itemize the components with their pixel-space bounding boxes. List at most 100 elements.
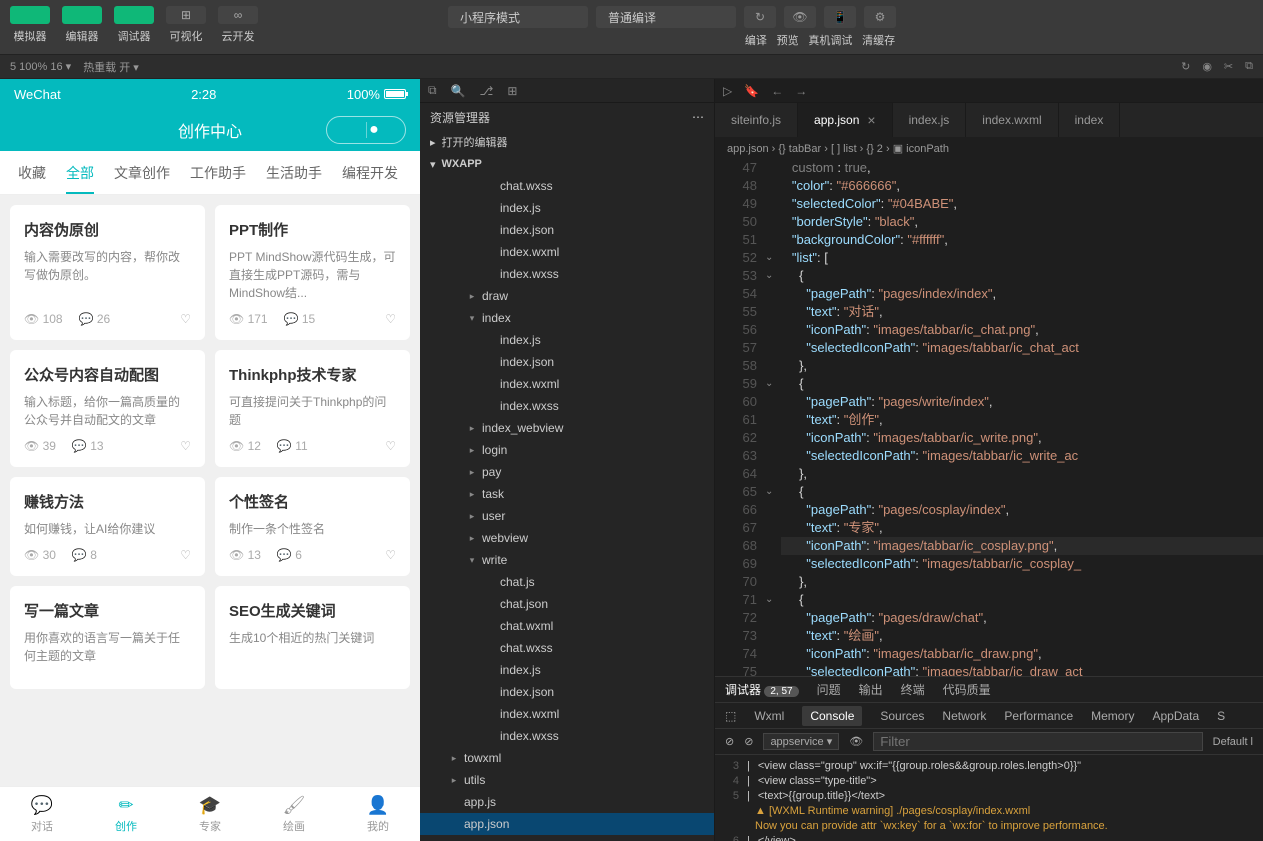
toolbar-调试器[interactable] [114, 6, 154, 24]
card-item[interactable]: Thinkphp技术专家可直接提问关于Thinkphp的问题👁 12💬 11♡ [215, 350, 410, 467]
card-item[interactable]: SEO生成关键词生成10个相近的热门关键词 [215, 586, 410, 689]
tabbar-专家[interactable]: 🎓专家 [168, 787, 252, 841]
card-item[interactable]: 写一篇文章用你喜欢的语言写一篇关于任何主题的文章 [10, 586, 205, 689]
devtools-sources[interactable]: Sources [880, 709, 924, 723]
devtools-console[interactable]: Console [802, 706, 862, 726]
output-tab[interactable]: 输出 [859, 681, 883, 698]
card-item[interactable]: 公众号内容自动配图输入标题，给你一篇高质量的公众号并自动配文的文章👁 39💬 1… [10, 350, 205, 467]
devtools-s[interactable]: S [1217, 709, 1225, 723]
mode-dropdown[interactable]: 小程序模式 [448, 6, 588, 28]
toolbar-可视化[interactable]: ⊞ [166, 6, 206, 24]
tree-node-task[interactable]: ▸task [420, 483, 714, 505]
devtools-performance[interactable]: Performance [1004, 709, 1073, 723]
devtools-appdata[interactable]: AppData [1152, 709, 1199, 723]
levels-select[interactable]: Default l [1213, 736, 1253, 748]
action-icon-2[interactable]: 📱 [824, 6, 856, 28]
files-icon[interactable]: ⧉ [428, 83, 437, 98]
heart-icon[interactable]: ♡ [385, 439, 396, 453]
tree-node-chat.json[interactable]: chat.json [420, 593, 714, 615]
ext-icon[interactable]: ⊞ [507, 84, 517, 98]
context-select[interactable]: appservice ▾ [763, 733, 839, 750]
run-icon[interactable]: ▷ [723, 84, 732, 98]
tree-node-chat.js[interactable]: chat.js [420, 571, 714, 593]
card-item[interactable]: 赚钱方法如何赚钱，让AI给你建议👁 30💬 8♡ [10, 477, 205, 576]
zoom-info[interactable]: 5 100% 16 ▾ [10, 60, 71, 73]
tree-node-app.js[interactable]: app.js [420, 791, 714, 813]
card-item[interactable]: 内容伪原创输入需要改写的内容，帮你改写做伪原创。👁 108💬 26♡ [10, 205, 205, 340]
tree-node-chat.wxss[interactable]: chat.wxss [420, 637, 714, 659]
code-editor[interactable]: custom : true, "color": "#666666", "sele… [781, 159, 1263, 676]
tabbar-绘画[interactable]: 🖌绘画 [252, 787, 336, 841]
tree-node-index.wxss[interactable]: index.wxss [420, 395, 714, 417]
devtools-memory[interactable]: Memory [1091, 709, 1134, 723]
category-tab-2[interactable]: 文章创作 [104, 151, 180, 194]
tabbar-对话[interactable]: 💬对话 [0, 787, 84, 841]
action-icon-0[interactable]: ↻ [744, 6, 776, 28]
open-editors-section[interactable]: ▸打开的编辑器 [420, 131, 714, 153]
tabbar-我的[interactable]: 👤我的 [336, 787, 420, 841]
problems-tab[interactable]: 问题 [817, 681, 841, 698]
heart-icon[interactable]: ♡ [385, 312, 396, 326]
tree-node-index.js[interactable]: index.js [420, 197, 714, 219]
devtools-wxml[interactable]: Wxml [754, 709, 784, 723]
heart-icon[interactable]: ♡ [180, 548, 191, 562]
tree-node-index.json[interactable]: index.json [420, 219, 714, 241]
heart-icon[interactable]: ♡ [385, 548, 396, 562]
category-tab-4[interactable]: 生活助手 [256, 151, 332, 194]
clear-icon[interactable]: ⊘ [725, 735, 734, 748]
hot-reload[interactable]: 热重载 开 ▾ [83, 59, 139, 75]
breadcrumb[interactable]: app.json › {} tabBar › [ ] list › {} 2 ›… [715, 137, 1263, 159]
windows-icon[interactable]: ⧉ [1245, 60, 1253, 73]
tree-node-index.js[interactable]: index.js [420, 659, 714, 681]
editor-tab-app.json[interactable]: app.json× [798, 103, 893, 137]
devtools-network[interactable]: Network [942, 709, 986, 723]
tree-node-towxml[interactable]: ▸towxml [420, 747, 714, 769]
compile-dropdown[interactable]: 普通编译 [596, 6, 736, 28]
category-tab-1[interactable]: 全部 [56, 151, 104, 194]
git-icon[interactable]: ⎇ [480, 84, 494, 98]
editor-tab-siteinfo.js[interactable]: siteinfo.js [715, 103, 798, 137]
category-tab-3[interactable]: 工作助手 [180, 151, 256, 194]
toolbar-云开发[interactable]: ∞ [218, 6, 258, 24]
tree-node-index.json[interactable]: index.json [420, 681, 714, 703]
tree-node-chat.wxml[interactable]: chat.wxml [420, 615, 714, 637]
tree-node-utils[interactable]: ▸utils [420, 769, 714, 791]
editor-tab-index[interactable]: index [1059, 103, 1121, 137]
tabbar-创作[interactable]: ✏创作 [84, 787, 168, 841]
tree-node-app.json[interactable]: app.json [420, 813, 714, 835]
category-tab-5[interactable]: 编程开发 [332, 151, 408, 194]
more-icon[interactable]: ⋯ [692, 110, 704, 124]
tree-node-index.wxss[interactable]: index.wxss [420, 263, 714, 285]
tree-node-index.wxml[interactable]: index.wxml [420, 703, 714, 725]
tree-node-draw[interactable]: ▸draw [420, 285, 714, 307]
editor-tab-index.js[interactable]: index.js [893, 103, 967, 137]
close-icon[interactable]: × [867, 112, 875, 128]
tree-node-chat.wxss[interactable]: chat.wxss [420, 175, 714, 197]
terminal-tab[interactable]: 终端 [901, 681, 925, 698]
tree-node-index.wxss[interactable]: index.wxss [420, 725, 714, 747]
heart-icon[interactable]: ♡ [180, 439, 191, 453]
filter-input[interactable] [873, 732, 1202, 751]
card-item[interactable]: 个性签名制作一条个性签名👁 13💬 6♡ [215, 477, 410, 576]
fwd-icon[interactable]: → [795, 84, 807, 98]
search-icon[interactable]: 🔍 [451, 84, 466, 98]
refresh-icon[interactable]: ↻ [1181, 60, 1190, 73]
record-icon[interactable]: ◉ [1202, 60, 1212, 73]
tree-node-write[interactable]: ▾write [420, 549, 714, 571]
action-icon-1[interactable]: 👁 [784, 6, 816, 28]
toolbar-编辑器[interactable] [62, 6, 102, 24]
tree-node-webview[interactable]: ▸webview [420, 527, 714, 549]
tree-node-login[interactable]: ▸login [420, 439, 714, 461]
eye-icon[interactable]: 👁 [849, 735, 863, 748]
cut-icon[interactable]: ✂ [1224, 60, 1233, 73]
tree-node-index.json[interactable]: index.json [420, 351, 714, 373]
tree-node-index_webview[interactable]: ▸index_webview [420, 417, 714, 439]
tree-node-index[interactable]: ▾index [420, 307, 714, 329]
capsule-button[interactable]: ● [326, 116, 406, 144]
tree-node-index.wxml[interactable]: index.wxml [420, 373, 714, 395]
editor-tab-index.wxml[interactable]: index.wxml [966, 103, 1058, 137]
project-section[interactable]: ▾WXAPP [420, 153, 714, 175]
action-icon-3[interactable]: ⚙ [864, 6, 896, 28]
category-tab-0[interactable]: 收藏 [8, 151, 56, 194]
heart-icon[interactable]: ♡ [180, 312, 191, 326]
